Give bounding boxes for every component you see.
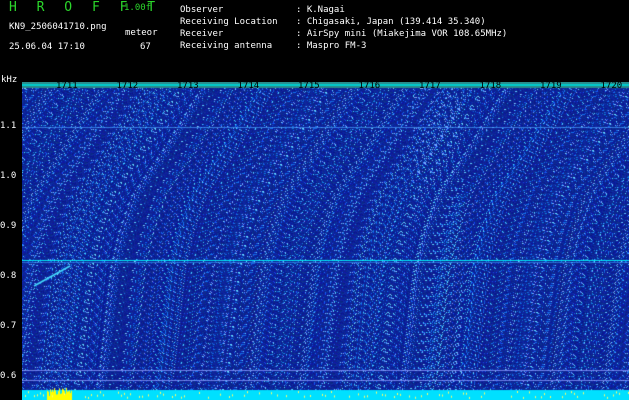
info-value: : Maspro FM-3: [296, 41, 367, 51]
meteor-count: 67: [140, 42, 151, 52]
y-tick-label: 0.9: [0, 221, 17, 231]
y-tick-label: 0.8: [0, 271, 17, 281]
x-tick-label: 1718: [479, 81, 502, 91]
file-name: KN9_2506041710.png: [9, 22, 107, 32]
info-key: Receiving Location: [180, 17, 278, 27]
y-tick-label: 1.0: [0, 171, 17, 181]
x-tick-label: 1717: [419, 81, 441, 91]
y-tick-label: 0.6: [0, 371, 17, 381]
observation-info: Observer : K.Nagai Receiving Location : Ch…: [180, 4, 507, 52]
x-tick-label: 1713: [177, 81, 199, 91]
date-time: 25.06.04 17:10: [9, 42, 85, 52]
x-tick-label: 1719: [540, 81, 562, 91]
info-value: : K.Nagai: [296, 5, 345, 15]
info-key: Receiving antenna: [180, 41, 273, 51]
y-unit-label: kHz: [1, 75, 18, 85]
info-row-location: Receiving Location : Chigasaki, Japan (13…: [180, 16, 507, 28]
x-tick-label: 1716: [358, 81, 381, 91]
info-value: : AirSpy mini (Miakejima VOR 108.65MHz): [296, 29, 508, 39]
info-row-antenna: Receiving antenna : Maspro FM-3: [180, 40, 507, 52]
y-tick-label: 1.1: [0, 121, 17, 131]
info-key: Receiver: [180, 29, 224, 39]
x-tick-label: 1711: [56, 81, 78, 91]
x-tick-label: 1712: [116, 81, 139, 91]
info-key: Observer: [180, 5, 224, 15]
info-row-observer: Observer : K.Nagai: [180, 4, 507, 16]
spectrogram: [22, 82, 629, 400]
y-tick-label: 0.7: [0, 321, 17, 331]
version-label: 1.00f: [124, 3, 152, 13]
x-tick-label: 1714: [237, 81, 260, 91]
meteor-label: meteor: [125, 28, 158, 38]
x-tick-label: 1720: [600, 81, 623, 91]
info-value: : Chigasaki, Japan (139.414 35.340): [296, 17, 486, 27]
x-tick-label: 1715: [298, 81, 320, 91]
info-row-receiver: Receiver : AirSpy mini (Miakejima VOR 108…: [180, 28, 507, 40]
